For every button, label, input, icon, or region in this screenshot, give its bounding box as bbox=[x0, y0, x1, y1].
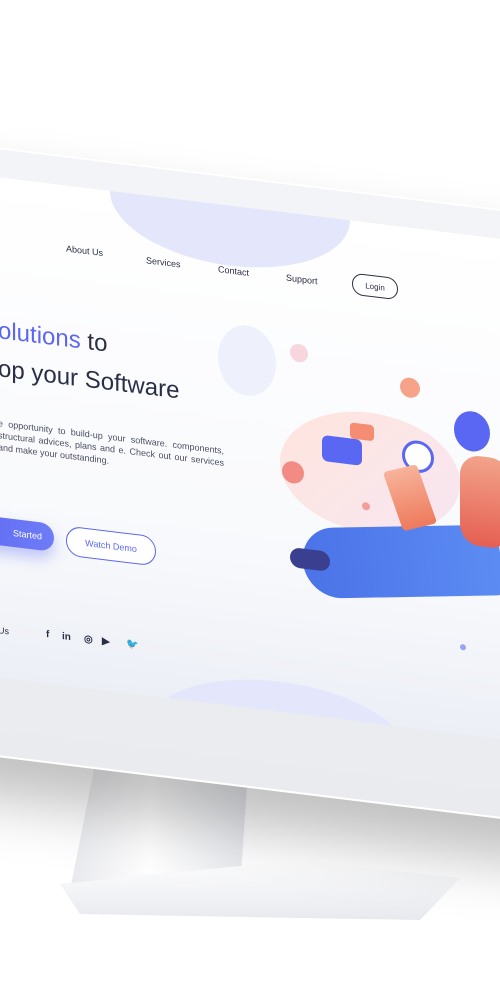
decor-dot-small bbox=[362, 501, 370, 511]
hero-description: e opportunity to build-up your software.… bbox=[0, 418, 224, 468]
watch-demo-button[interactable]: Watch Demo bbox=[66, 525, 156, 567]
decor-dot-orange bbox=[400, 376, 420, 399]
hero-title-line-1: olutions to bbox=[0, 317, 107, 358]
illustration-person-head bbox=[454, 409, 490, 454]
decor-dot-blue bbox=[460, 643, 466, 651]
monitor: About Us Services Contact Support Login … bbox=[0, 140, 500, 829]
page: About Us Services Contact Support Login … bbox=[0, 0, 500, 1000]
website-screen: About Us Services Contact Support Login … bbox=[0, 170, 500, 747]
hero-title-line-2: op your Software bbox=[0, 355, 180, 405]
illustration-person-body bbox=[460, 453, 500, 550]
nav-services[interactable]: Services bbox=[146, 255, 181, 269]
facebook-icon[interactable]: f bbox=[46, 629, 49, 640]
get-started-button[interactable]: Started bbox=[0, 510, 54, 552]
instagram-icon[interactable]: ◎ bbox=[84, 634, 93, 646]
decor-blob-blue bbox=[218, 322, 276, 400]
login-button[interactable]: Login bbox=[352, 272, 398, 301]
hero-title-rest: to bbox=[80, 327, 108, 358]
chat-message-icon bbox=[322, 434, 362, 466]
hero-title-accent: olutions bbox=[0, 317, 81, 355]
decor-dot-pink bbox=[290, 342, 308, 364]
follow-us-label: ow Us bbox=[0, 623, 10, 637]
nav-support[interactable]: Support bbox=[286, 272, 318, 286]
chat-notification-icon bbox=[350, 422, 374, 442]
youtube-icon[interactable]: ▶ bbox=[102, 636, 110, 648]
linkedin-icon[interactable]: in bbox=[62, 631, 71, 643]
nav-about-us[interactable]: About Us bbox=[66, 243, 103, 258]
twitter-icon[interactable]: 🐦 bbox=[126, 639, 138, 652]
footer-decoration-wave bbox=[150, 665, 410, 747]
